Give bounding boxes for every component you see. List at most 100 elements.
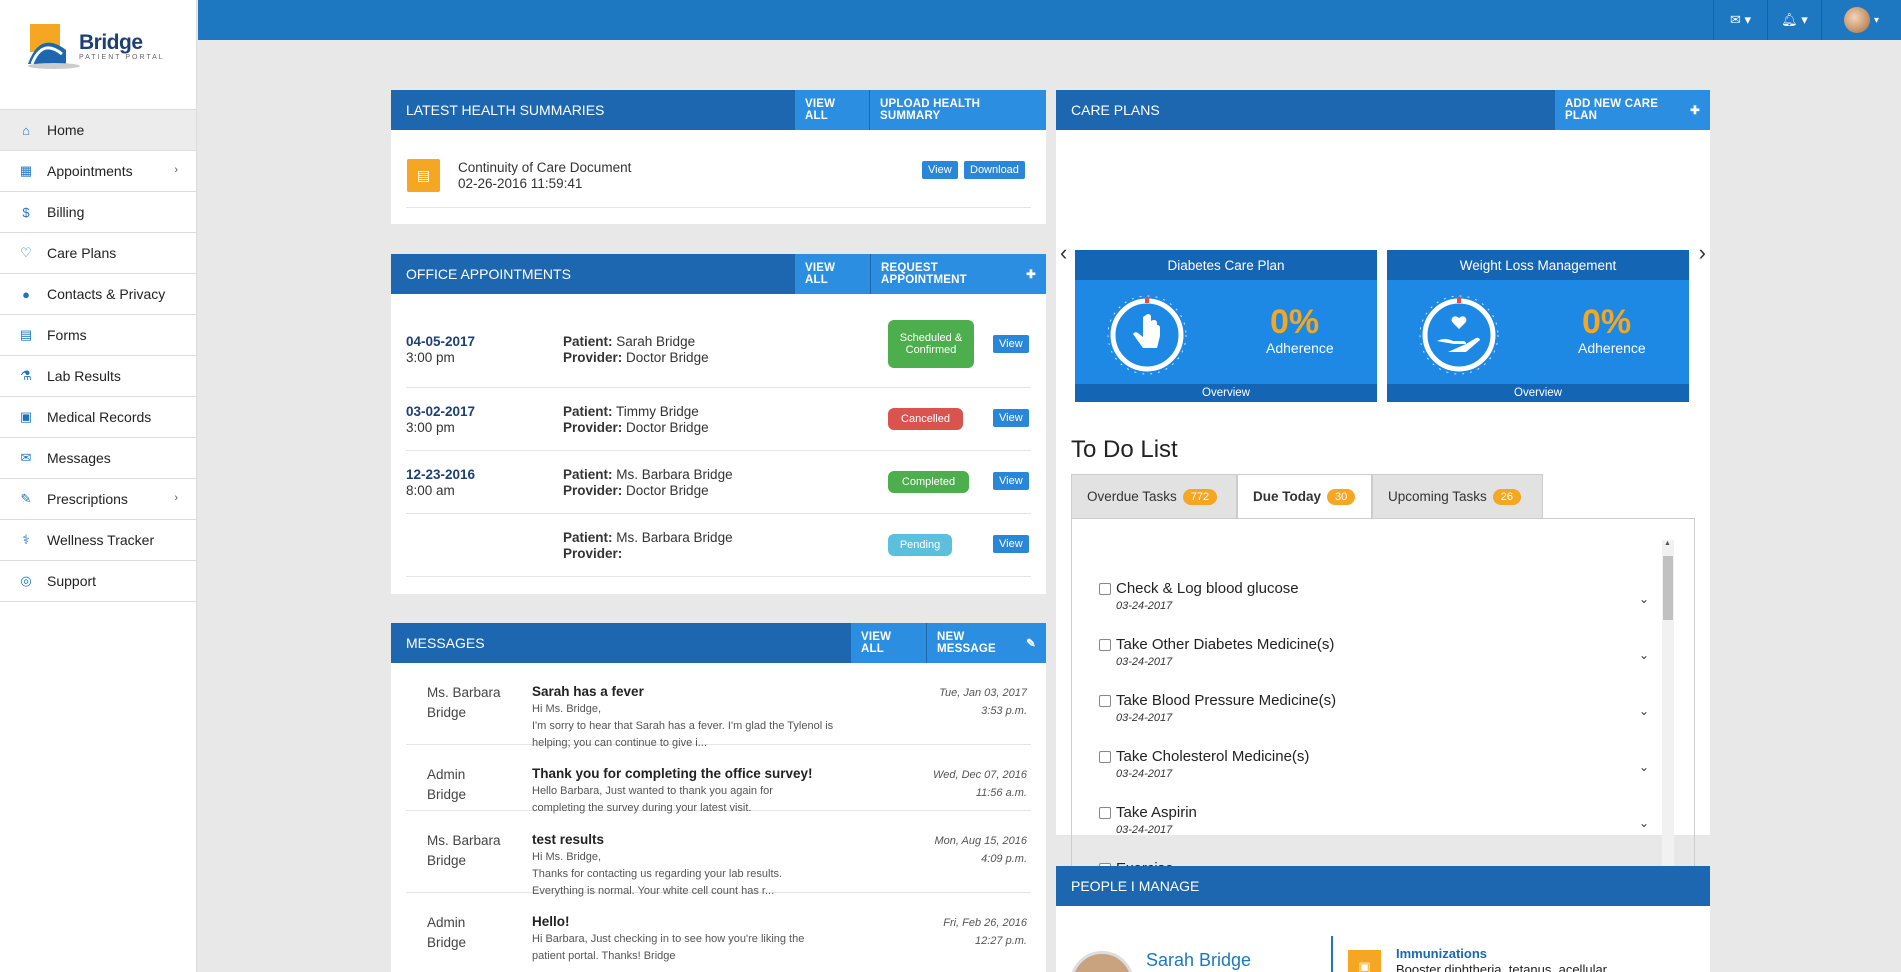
logo-subtitle: PATIENT PORTAL (79, 54, 165, 61)
view-button[interactable]: View (993, 535, 1029, 553)
panel-title: MESSAGES (406, 635, 485, 651)
messages-panel: MESSAGES VIEW ALL NEW MESSAGE ✎ Ms. Barba… (391, 623, 1046, 972)
download-button[interactable]: Download (964, 161, 1025, 179)
task-title: Take Cholesterol Medicine(s) (1116, 748, 1310, 765)
chevron-right-icon: › (174, 492, 178, 504)
view-button[interactable]: View (922, 161, 958, 179)
patient-line: Patient: Ms. Barbara Bridge (563, 530, 733, 545)
scroll-up-icon[interactable]: ▲ (1664, 540, 1671, 547)
sidebar-item-appointments[interactable]: ▦ Appointments › (0, 151, 196, 192)
view-all-button[interactable]: VIEW ALL (794, 90, 869, 130)
chevron-down-icon[interactable]: ⌄ (1639, 760, 1649, 774)
sidebar-item-label: Support (47, 573, 97, 589)
sender-line: Ms. Barbara (427, 833, 501, 848)
calendar-icon: ▦ (19, 163, 33, 178)
sidebar-item-messages[interactable]: ✉ Messages (0, 438, 196, 479)
care-plans-panel: CARE PLANS ADD NEW CARE PLAN ✚ ‹ › Diabet… (1056, 90, 1710, 911)
item-title[interactable]: Immunizations (1396, 946, 1487, 961)
pill-icon: ✎ (20, 491, 32, 506)
mail-menu-button[interactable]: ✉ ▾ (1713, 0, 1767, 40)
care-plan-card[interactable]: Weight Loss Management 0% Adherence Over… (1387, 250, 1689, 402)
add-care-plan-button[interactable]: ADD NEW CARE PLAN ✚ (1554, 90, 1710, 130)
task-title: Take Other Diabetes Medicine(s) (1116, 636, 1335, 653)
view-all-button[interactable]: VIEW ALL (850, 623, 926, 663)
view-button[interactable]: View (993, 335, 1029, 353)
panel-title: CARE PLANS (1071, 102, 1160, 118)
request-appointment-button[interactable]: REQUEST APPOINTMENT ✚ (870, 254, 1046, 294)
sidebar-item-label: Home (47, 122, 85, 138)
sidebar-item-label: Billing (47, 204, 85, 220)
sidebar-item-support[interactable]: ◎ Support (0, 561, 196, 602)
chevron-down-icon[interactable]: ⌄ (1639, 816, 1649, 830)
count-badge: 26 (1492, 488, 1522, 505)
globe-icon: ◎ (20, 573, 32, 588)
sidebar-item-billing[interactable]: $ Billing (0, 192, 196, 233)
message-row[interactable]: Ms. Barbara Bridge test results Hi Ms. Br… (406, 811, 1031, 897)
overview-link[interactable]: Overview (1075, 384, 1377, 402)
sidebar-item-contacts[interactable]: ● Contacts & Privacy (0, 274, 196, 315)
provider-label: Provider: (563, 420, 623, 435)
task-date: 03-24-2017 (1116, 656, 1173, 668)
upload-health-summary-button[interactable]: UPLOAD HEALTH SUMMARY (869, 90, 1046, 130)
tab-overdue-tasks[interactable]: Overdue Tasks 772 (1071, 474, 1237, 519)
users-icon: ● (22, 286, 30, 302)
preview-line: Thanks for contacting us regarding your … (532, 868, 783, 880)
user-menu-button[interactable]: ▾ (1821, 0, 1901, 40)
sidebar-item-label: Messages (47, 450, 111, 466)
provider-label: Provider: (563, 350, 623, 365)
tab-upcoming-tasks[interactable]: Upcoming Tasks 26 (1372, 474, 1543, 519)
logo[interactable]: Bridge PATIENT PORTAL (0, 0, 196, 110)
view-button[interactable]: View (993, 472, 1029, 490)
message-preview: Hi Barbara, Just checking in to see how … (532, 931, 862, 965)
plus-icon: ✚ (1690, 105, 1700, 117)
patient-line: Patient: Ms. Barbara Bridge (563, 467, 733, 482)
sidebar-item-label: Forms (47, 327, 87, 343)
office-appointments-panel: OFFICE APPOINTMENTS VIEW ALL REQUEST APP… (391, 254, 1046, 594)
carousel-prev-icon[interactable]: ‹ (1060, 240, 1067, 266)
task-checkbox[interactable] (1099, 751, 1111, 763)
overview-link[interactable]: Overview (1387, 384, 1689, 402)
time-line: 4:09 p.m. (981, 853, 1027, 865)
new-message-button[interactable]: NEW MESSAGE ✎ (926, 623, 1046, 663)
message-row[interactable]: Admin Bridge Thank you for completing the… (406, 745, 1031, 814)
care-plan-card[interactable]: Diabetes Care Plan 0% Adherence Overview (1075, 250, 1377, 402)
sidebar-item-home[interactable]: ⌂ Home (0, 110, 196, 151)
task-checkbox[interactable] (1099, 807, 1111, 819)
patient-name: Ms. Barbara Bridge (616, 467, 733, 482)
provider-line: Provider: Doctor Bridge (563, 483, 709, 498)
view-all-button[interactable]: VIEW ALL (794, 254, 870, 294)
message-row[interactable]: Ms. Barbara Bridge Sarah has a fever Hi M… (406, 663, 1031, 749)
notifications-button[interactable]: 🔔︎ ▾ (1767, 0, 1821, 40)
sidebar-item-forms[interactable]: ▤ Forms (0, 315, 196, 356)
appointment-time: 3:00 pm (406, 420, 455, 435)
todo-title: To Do List (1071, 436, 1178, 463)
panel-header: CARE PLANS ADD NEW CARE PLAN ✚ (1056, 90, 1710, 130)
carousel-next-icon[interactable]: › (1699, 240, 1706, 266)
appointment-date: 12-23-2016 (406, 467, 476, 482)
sidebar-item-wellness[interactable]: ⚕ Wellness Tracker (0, 520, 196, 561)
logo-title: Bridge (79, 31, 143, 54)
care-plan-title: Diabetes Care Plan (1075, 250, 1377, 280)
document-icon: ▤ (407, 159, 440, 192)
sidebar-item-prescriptions[interactable]: ✎ Prescriptions › (0, 479, 196, 520)
health-summaries-panel: LATEST HEALTH SUMMARIES VIEW ALL UPLOAD … (391, 90, 1046, 224)
task-checkbox[interactable] (1099, 639, 1111, 651)
chevron-down-icon[interactable]: ⌄ (1639, 704, 1649, 718)
sidebar-item-care-plans[interactable]: ♡ Care Plans (0, 233, 196, 274)
task-checkbox[interactable] (1099, 583, 1111, 595)
message-row[interactable]: Admin Bridge Hello! Hi Barbara, Just chec… (406, 893, 1031, 972)
chevron-down-icon[interactable]: ⌄ (1639, 592, 1649, 606)
task-checkbox[interactable] (1099, 695, 1111, 707)
view-button[interactable]: View (993, 409, 1029, 427)
panel-header: OFFICE APPOINTMENTS VIEW ALL REQUEST APP… (391, 254, 1046, 294)
sidebar-item-medical-records[interactable]: ▣ Medical Records (0, 397, 196, 438)
message-sender: Ms. Barbara Bridge (427, 831, 517, 871)
sidebar-item-lab-results[interactable]: ⚗ Lab Results (0, 356, 196, 397)
bell-icon: 🔔︎ ▾ (1781, 12, 1808, 27)
chevron-down-icon[interactable]: ⌄ (1639, 648, 1649, 662)
person-name[interactable]: Sarah Bridge (1146, 950, 1251, 971)
task-title: Take Aspirin (1116, 804, 1197, 821)
tab-due-today[interactable]: Due Today 30 (1237, 474, 1372, 519)
flask-icon: ⚗ (20, 368, 32, 383)
date-line: Wed, Dec 07, 2016 (933, 769, 1027, 781)
